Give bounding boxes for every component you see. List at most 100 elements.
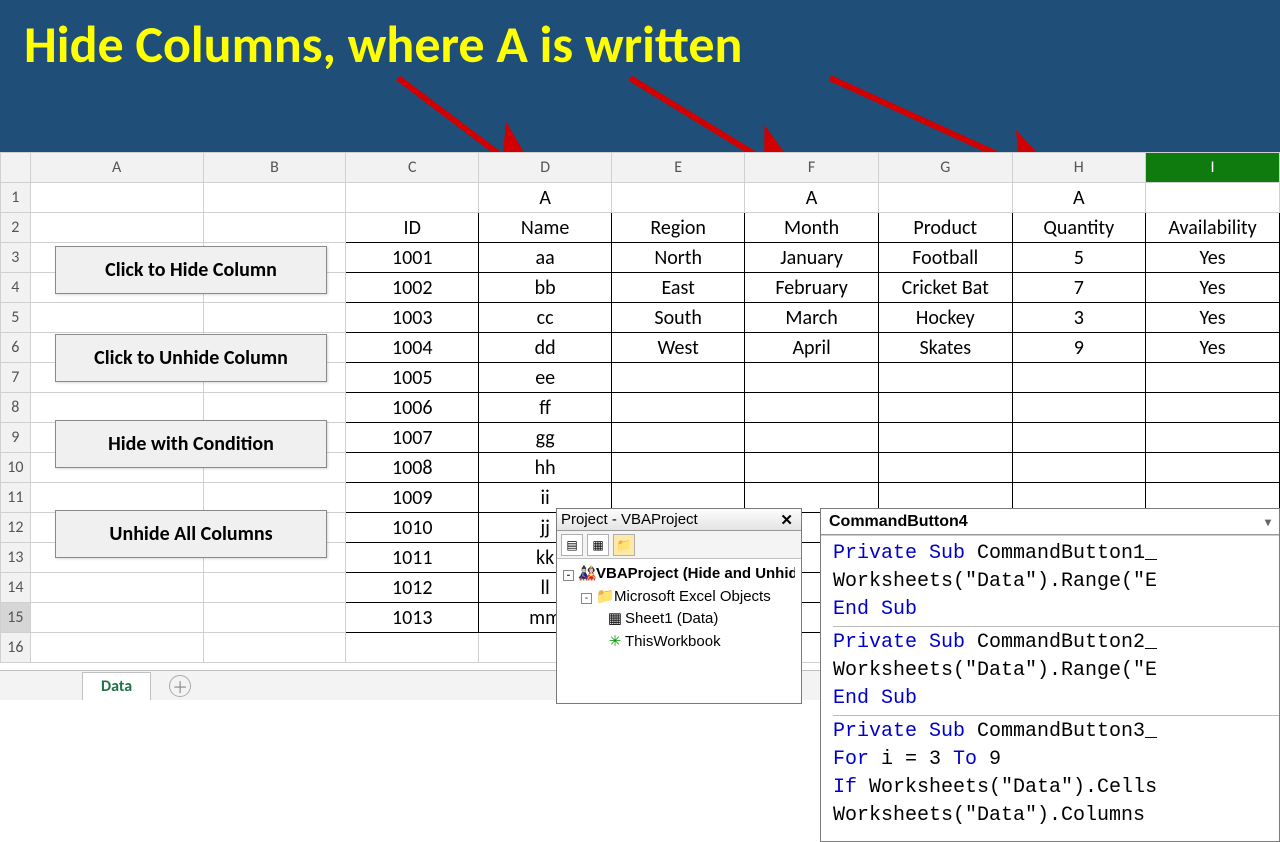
cell-I7[interactable] [1146,363,1280,393]
cell-A11[interactable] [30,483,203,513]
vba-code-pane[interactable]: CommandButton4 Private Sub CommandButton… [820,508,1280,842]
cell-F6[interactable]: April [745,333,879,363]
cell-F5[interactable]: March [745,303,879,333]
toggle-folders-icon[interactable]: 📁 [613,534,635,556]
cell-H6[interactable]: 9 [1012,333,1145,363]
cell-F7[interactable] [745,363,879,393]
row-header[interactable]: 10 [1,453,31,483]
row-header[interactable]: 5 [1,303,31,333]
cell-C11[interactable]: 1009 [346,483,479,513]
column-header-C[interactable]: C [346,153,479,183]
cell-I4[interactable]: Yes [1146,273,1280,303]
cell-I5[interactable]: Yes [1146,303,1280,333]
cell-G8[interactable] [878,393,1012,423]
cell-H2[interactable]: Quantity [1012,213,1145,243]
cell-C9[interactable]: 1007 [346,423,479,453]
unhide-all-columns-button[interactable]: Unhide All Columns [55,510,327,558]
cell-E10[interactable] [612,453,745,483]
cell-E6[interactable]: West [612,333,745,363]
view-object-icon[interactable]: ▦ [587,534,609,556]
cell-A8[interactable] [30,393,203,423]
row-header[interactable]: 13 [1,543,31,573]
cell-H9[interactable] [1012,423,1145,453]
row-header[interactable]: 12 [1,513,31,543]
row-header[interactable]: 11 [1,483,31,513]
close-icon[interactable]: ✕ [776,511,797,529]
cell-E9[interactable] [612,423,745,453]
cell-B2[interactable] [203,213,346,243]
tree-workbook[interactable]: ThisWorkbook [625,633,721,650]
column-header-G[interactable]: G [878,153,1012,183]
row-header[interactable]: 3 [1,243,31,273]
cell-C1[interactable] [346,183,479,213]
add-sheet-button[interactable]: ＋ [169,675,191,697]
cell-C10[interactable]: 1008 [346,453,479,483]
cell-C8[interactable]: 1006 [346,393,479,423]
row-header[interactable]: 9 [1,423,31,453]
cell-I9[interactable] [1146,423,1280,453]
cell-B15[interactable] [203,603,346,633]
cell-A16[interactable] [30,633,203,663]
cell-I3[interactable]: Yes [1146,243,1280,273]
cell-G7[interactable] [878,363,1012,393]
column-header-A[interactable]: A [30,153,203,183]
cell-C14[interactable]: 1012 [346,573,479,603]
row-header[interactable]: 4 [1,273,31,303]
cell-I1[interactable] [1146,183,1280,213]
tree-sheet[interactable]: Sheet1 (Data) [625,610,718,627]
sheet-tab-data[interactable]: Data [82,672,151,700]
cell-H5[interactable]: 3 [1012,303,1145,333]
cell-G6[interactable]: Skates [878,333,1012,363]
cell-B8[interactable] [203,393,346,423]
cell-H4[interactable]: 7 [1012,273,1145,303]
cell-F2[interactable]: Month [745,213,879,243]
cell-H10[interactable] [1012,453,1145,483]
row-header[interactable]: 16 [1,633,31,663]
vba-project-explorer[interactable]: Project - VBAProject ✕ ▤ ▦ 📁 -🎎VBAProjec… [556,508,802,704]
row-header[interactable]: 8 [1,393,31,423]
cell-G5[interactable]: Hockey [878,303,1012,333]
cell-B14[interactable] [203,573,346,603]
cell-C16[interactable] [346,633,479,663]
cell-A1[interactable] [30,183,203,213]
cell-E4[interactable]: East [612,273,745,303]
cell-F4[interactable]: February [745,273,879,303]
unhide-column-button[interactable]: Click to Unhide Column [55,334,327,382]
cell-G9[interactable] [878,423,1012,453]
worksheet[interactable]: ABCDEFGHI1AAA2IDNameRegionMonthProductQu… [0,152,1280,700]
cell-D2[interactable]: Name [479,213,612,243]
cell-F1[interactable]: A [745,183,879,213]
cell-D10[interactable]: hh [479,453,612,483]
row-header[interactable]: 7 [1,363,31,393]
tree-folder[interactable]: Microsoft Excel Objects [614,588,771,605]
cell-D3[interactable]: aa [479,243,612,273]
cell-C5[interactable]: 1003 [346,303,479,333]
cell-A15[interactable] [30,603,203,633]
cell-A5[interactable] [30,303,203,333]
cell-C3[interactable]: 1001 [346,243,479,273]
cell-F8[interactable] [745,393,879,423]
row-header[interactable]: 15 [1,603,31,633]
cell-G2[interactable]: Product [878,213,1012,243]
cell-F10[interactable] [745,453,879,483]
cell-C2[interactable]: ID [346,213,479,243]
cell-C4[interactable]: 1002 [346,273,479,303]
cell-C15[interactable]: 1013 [346,603,479,633]
cell-I2[interactable]: Availability [1146,213,1280,243]
cell-I10[interactable] [1146,453,1280,483]
cell-A2[interactable] [30,213,203,243]
cell-E5[interactable]: South [612,303,745,333]
object-dropdown[interactable]: CommandButton4 [821,509,1279,535]
cell-B1[interactable] [203,183,346,213]
cell-B11[interactable] [203,483,346,513]
column-header-E[interactable]: E [612,153,745,183]
cell-C12[interactable]: 1010 [346,513,479,543]
row-header[interactable]: 6 [1,333,31,363]
cell-A14[interactable] [30,573,203,603]
cell-H3[interactable]: 5 [1012,243,1145,273]
code-editor[interactable]: Private Sub CommandButton1_Worksheets("D… [821,535,1279,841]
cell-E7[interactable] [612,363,745,393]
cell-D6[interactable]: dd [479,333,612,363]
cell-C7[interactable]: 1005 [346,363,479,393]
cell-B16[interactable] [203,633,346,663]
